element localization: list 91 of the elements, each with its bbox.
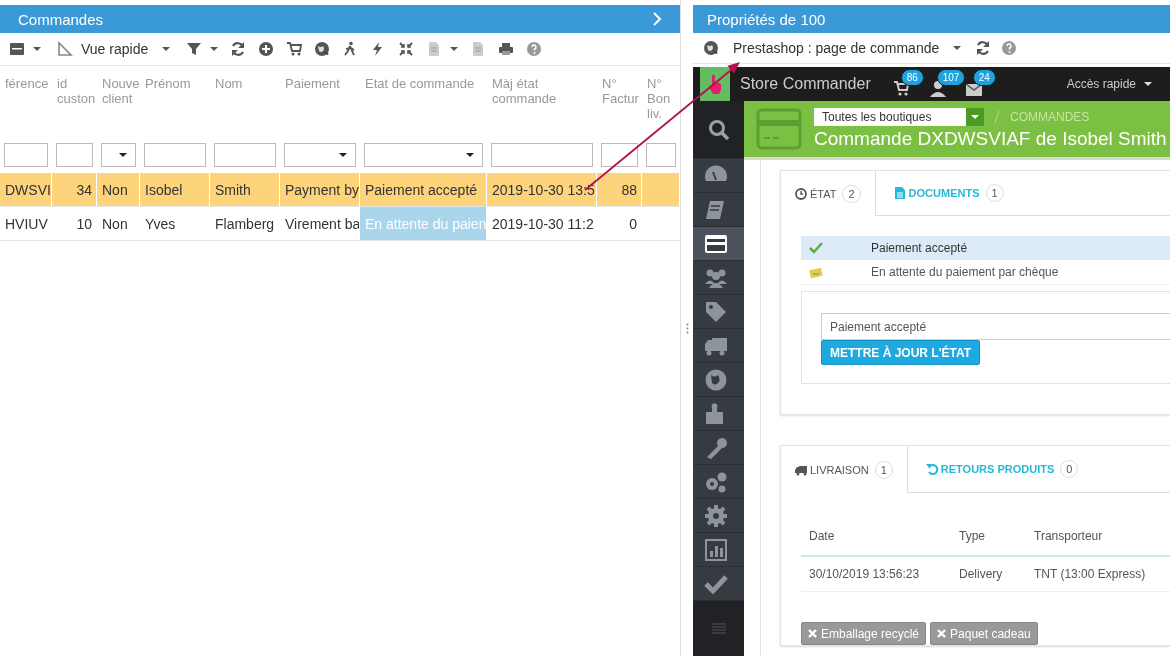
chart-icon bbox=[703, 537, 728, 562]
table-cell[interactable]: Isobel bbox=[145, 181, 183, 198]
dropdown-field[interactable] bbox=[101, 142, 136, 167]
table-cell[interactable]: 10 bbox=[76, 215, 92, 232]
cart-icon[interactable] bbox=[286, 41, 303, 57]
table-cell[interactable]: 0 bbox=[629, 215, 637, 232]
gear-icon bbox=[703, 503, 728, 528]
caret-icon[interactable] bbox=[33, 46, 41, 52]
quick-access-menu[interactable]: Accès rapide bbox=[1066, 77, 1152, 91]
filter-icon[interactable] bbox=[186, 41, 203, 57]
dropdown-field[interactable] bbox=[284, 142, 356, 167]
table-row[interactable]: DWSVI 34 Non Isobel Smith Payment by Paiement accepté 2019-10-30 13:5 88 bbox=[0, 173, 680, 207]
help-icon[interactable] bbox=[1001, 40, 1018, 56]
table-cell[interactable]: 88 bbox=[621, 181, 637, 198]
table-cell[interactable]: HVIUV bbox=[5, 215, 48, 232]
caret-icon bbox=[119, 151, 127, 158]
table-cell: TNT (13:00 Express) bbox=[1026, 557, 1170, 592]
input-field[interactable] bbox=[4, 142, 48, 167]
view-dropdown[interactable]: Vue rapide bbox=[53, 38, 175, 60]
page-title: Commande DXDWSVIAF de Isobel Smith bbox=[814, 128, 1167, 150]
view-dropdown[interactable]: Prestashop : page de commande bbox=[729, 37, 966, 59]
cross-icon bbox=[808, 629, 817, 638]
column-header: Type bbox=[951, 517, 1026, 557]
shop-dropdown[interactable]: Toutes les boutiques bbox=[814, 108, 984, 126]
printer-icon[interactable] bbox=[498, 41, 515, 57]
brand-name: Store Commander bbox=[740, 75, 871, 93]
table-cell[interactable]: Paiement accepté bbox=[365, 181, 478, 198]
table-cell[interactable]: 2019-10-30 13:5 bbox=[492, 181, 595, 198]
input-field[interactable] bbox=[214, 142, 276, 167]
person-icon[interactable] bbox=[928, 79, 947, 97]
tab[interactable]: DOCUMENTS 1 bbox=[875, 171, 1018, 215]
chevron-icon[interactable] bbox=[652, 12, 662, 26]
caret-icon bbox=[971, 114, 979, 120]
caret-icon[interactable] bbox=[162, 46, 171, 52]
search-icon[interactable] bbox=[707, 118, 730, 141]
check-icon bbox=[809, 241, 823, 255]
input-field[interactable] bbox=[646, 142, 676, 167]
input-field[interactable] bbox=[601, 142, 638, 167]
table-cell[interactable]: 34 bbox=[76, 181, 92, 198]
slash-icon bbox=[994, 110, 1000, 124]
table-cell[interactable]: Smith bbox=[215, 181, 251, 198]
caret-icon[interactable] bbox=[450, 46, 459, 52]
caret-icon[interactable] bbox=[953, 45, 962, 51]
compress-icon[interactable] bbox=[398, 41, 415, 57]
cross-icon bbox=[937, 629, 947, 638]
refresh-icon[interactable] bbox=[975, 40, 992, 56]
tag-icon bbox=[703, 299, 728, 324]
dropdown-field[interactable] bbox=[364, 142, 483, 167]
table-cell: 30/10/2019 13:56:23 bbox=[801, 557, 951, 592]
state-dropdown[interactable]: Paiement accepté bbox=[821, 313, 1170, 340]
tab[interactable]: LIVRAISON 1 bbox=[781, 446, 908, 493]
history-row[interactable]: En attente du paiement par chèque bbox=[801, 260, 1170, 284]
caret-icon bbox=[466, 151, 474, 158]
ruler-icon bbox=[57, 41, 73, 57]
undo-icon bbox=[925, 463, 938, 475]
panel-title: Commandes bbox=[18, 10, 104, 28]
document-icon bbox=[893, 187, 906, 199]
count-badge: 86 bbox=[900, 69, 924, 86]
table-cell[interactable]: Non bbox=[102, 181, 128, 198]
count-badge: 24 bbox=[972, 69, 996, 86]
table-cell[interactable]: Yves bbox=[145, 215, 176, 232]
input-field[interactable] bbox=[491, 142, 593, 167]
table-cell[interactable]: Non bbox=[102, 215, 128, 232]
refresh-icon[interactable] bbox=[230, 41, 247, 57]
add-icon[interactable] bbox=[258, 41, 275, 57]
caret-icon[interactable] bbox=[1144, 81, 1152, 87]
truck-icon bbox=[795, 463, 807, 476]
table-cell[interactable]: Payment by bbox=[285, 181, 359, 198]
tab[interactable]: RETOURS PRODUITS 0 bbox=[907, 446, 1093, 492]
help-icon[interactable] bbox=[526, 41, 543, 57]
input-field[interactable] bbox=[144, 142, 206, 167]
cheque-icon bbox=[809, 265, 823, 279]
table-cell: Delivery bbox=[951, 557, 1026, 592]
panel-title: Propriétés de 100 bbox=[707, 10, 826, 28]
caret-icon[interactable] bbox=[210, 46, 219, 52]
input-field[interactable] bbox=[56, 142, 93, 167]
grip-icon[interactable] bbox=[685, 322, 689, 334]
layout-icon[interactable] bbox=[9, 41, 25, 57]
tab[interactable]: ÉTAT 2 bbox=[781, 171, 876, 216]
hand-icon bbox=[707, 74, 723, 94]
clock-icon bbox=[795, 187, 807, 200]
card-icon bbox=[756, 108, 802, 150]
history-row[interactable]: Paiement accepté bbox=[801, 236, 1170, 260]
table-cell[interactable]: 2019-10-30 11:2 bbox=[492, 215, 594, 232]
sidebar-item[interactable] bbox=[693, 227, 744, 261]
count-badge: 107 bbox=[936, 69, 966, 86]
table-cell[interactable]: Flamberg bbox=[215, 215, 275, 232]
caret-icon bbox=[339, 151, 347, 158]
table-cell[interactable]: DWSVI bbox=[5, 181, 51, 198]
column-header: Transporteur bbox=[1026, 517, 1170, 557]
column-header: Date bbox=[801, 517, 951, 557]
